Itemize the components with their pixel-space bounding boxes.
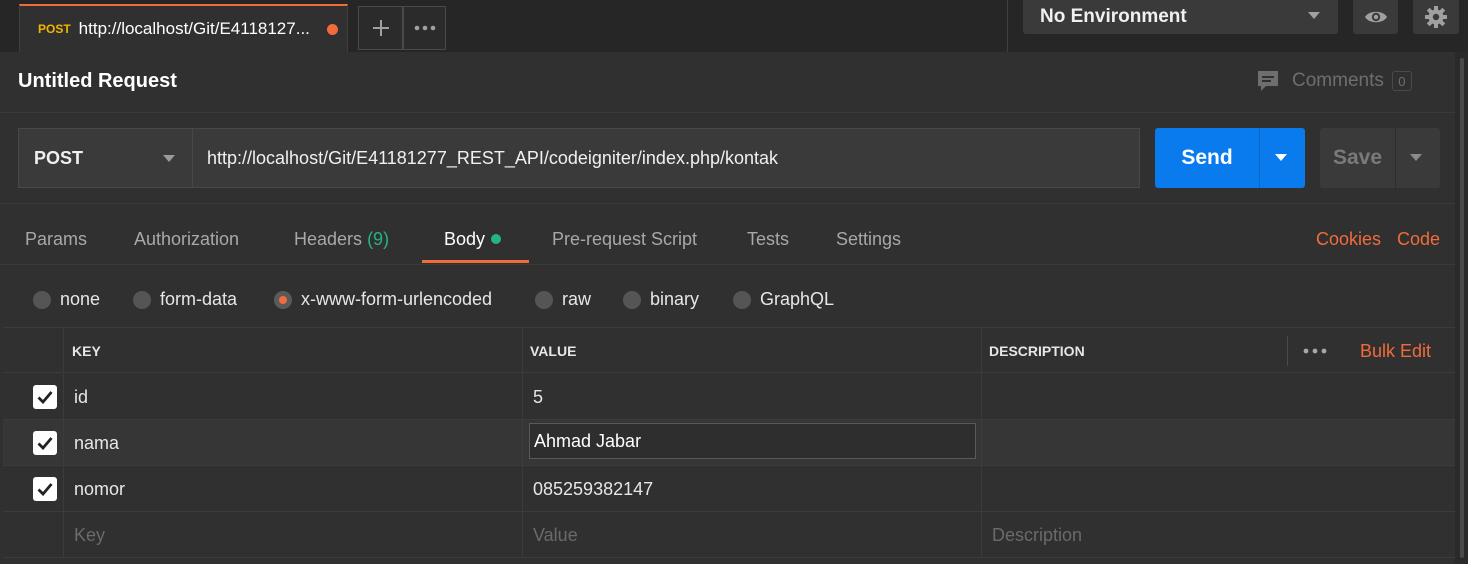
cookies-link[interactable]: Cookies	[1316, 229, 1381, 250]
table-header-row: KEY VALUE DESCRIPTION Bulk Edit	[3, 327, 1455, 373]
ellipsis-icon	[414, 25, 435, 31]
radio-icon	[535, 290, 553, 309]
body-type-form-data[interactable]: form-data	[133, 289, 237, 310]
eye-icon	[1364, 11, 1387, 23]
checkmark-icon	[37, 391, 53, 404]
body-active-dot-icon	[491, 234, 502, 244]
headers-count: (9)	[367, 229, 390, 249]
gear-icon	[1425, 6, 1447, 28]
new-description-input[interactable]: Description	[992, 512, 1082, 558]
method-select[interactable]: POST	[18, 128, 192, 188]
radio-label: x-www-form-urlencoded	[301, 289, 493, 309]
unsaved-dot-icon	[326, 23, 338, 35]
environment-quick-look-button[interactable]	[1353, 0, 1398, 34]
tab-title: http://localhost/Git/E4118127...	[78, 19, 310, 38]
comments-label: Comments	[1292, 70, 1384, 91]
body-type-graphql[interactable]: GraphQL	[733, 289, 834, 310]
environment-select[interactable]: No Environment	[1023, 0, 1338, 34]
tab-headers-label: Headers	[294, 229, 363, 249]
new-key-input[interactable]: Key	[74, 512, 105, 558]
tab-settings[interactable]: Settings	[836, 229, 901, 250]
tab-headers[interactable]: Headers (9)	[294, 229, 389, 250]
chevron-down-icon	[163, 155, 175, 162]
divider	[0, 112, 1455, 113]
row-checkbox[interactable]	[33, 431, 57, 455]
comments-count-badge: 0	[1391, 71, 1412, 91]
radio-icon	[133, 290, 151, 309]
row-checkbox[interactable]	[33, 385, 57, 409]
ellipsis-icon	[1303, 348, 1327, 354]
value-field[interactable]: Ahmad Jabar	[529, 423, 976, 459]
new-value-input[interactable]: Value	[533, 512, 578, 558]
tab-bar: POST http://localhost/Git/E4118127... No…	[0, 0, 1468, 52]
comments-button[interactable]: Comments 0	[1256, 69, 1412, 93]
save-button[interactable]: Save	[1320, 128, 1395, 188]
body-type-urlencoded[interactable]: x-www-form-urlencoded	[274, 289, 492, 310]
settings-button[interactable]	[1413, 0, 1459, 34]
table-row: id 5	[3, 374, 1455, 420]
radio-label: form-data	[160, 289, 238, 309]
column-header-key: KEY	[72, 343, 101, 359]
radio-icon	[33, 290, 51, 309]
table-row-new: Key Value Description	[3, 512, 1455, 558]
value-field[interactable]: 085259382147	[533, 466, 653, 512]
radio-icon	[623, 290, 641, 309]
tab-prerequest-script[interactable]: Pre-request Script	[552, 229, 697, 250]
chevron-down-icon	[1308, 12, 1320, 19]
bulk-edit-link[interactable]: Bulk Edit	[1360, 328, 1431, 374]
column-header-description: DESCRIPTION	[989, 343, 1085, 359]
chevron-down-icon	[1410, 154, 1422, 161]
radio-icon	[733, 290, 751, 309]
description-field[interactable]	[991, 466, 1451, 512]
table-options-button[interactable]	[1303, 328, 1327, 374]
column-header-value: VALUE	[530, 343, 577, 359]
body-type-raw[interactable]: raw	[535, 289, 591, 310]
tab-method: POST	[38, 22, 71, 36]
save-options-button[interactable]	[1395, 128, 1440, 188]
description-field[interactable]	[991, 374, 1451, 420]
tab-body-label: Body	[444, 229, 486, 249]
value-field[interactable]: 5	[533, 374, 543, 420]
tab-authorization[interactable]: Authorization	[134, 229, 239, 250]
body-type-binary[interactable]: binary	[623, 289, 699, 310]
plus-icon	[372, 20, 389, 36]
body-type-none[interactable]: none	[33, 289, 100, 310]
divider	[0, 264, 1455, 265]
radio-selected-icon	[274, 290, 292, 309]
checkmark-icon	[37, 483, 53, 496]
checkmark-icon	[37, 437, 53, 450]
tab-body[interactable]: Body	[444, 229, 502, 250]
new-tab-button[interactable]	[358, 6, 403, 50]
environment-label: No Environment	[1040, 6, 1187, 27]
key-field[interactable]: nama	[74, 420, 119, 466]
comment-icon	[1258, 71, 1278, 91]
row-checkbox[interactable]	[33, 477, 57, 501]
divider	[1007, 0, 1008, 52]
table-row: nomor 085259382147	[3, 466, 1455, 512]
code-link[interactable]: Code	[1397, 229, 1440, 250]
radio-label: GraphQL	[760, 289, 835, 309]
send-button[interactable]: Send	[1155, 128, 1259, 188]
radio-label: raw	[562, 289, 592, 309]
chevron-down-icon	[1275, 154, 1287, 161]
radio-label: none	[60, 289, 101, 309]
url-input[interactable]: http://localhost/Git/E41181277_REST_API/…	[192, 128, 1140, 188]
divider	[0, 203, 1455, 204]
method-label: POST	[34, 147, 84, 168]
request-name[interactable]: Untitled Request	[18, 70, 177, 93]
send-options-button[interactable]	[1259, 128, 1305, 188]
request-tab[interactable]: POST http://localhost/Git/E4118127...	[19, 4, 348, 52]
description-field[interactable]	[991, 420, 1451, 466]
radio-label: binary	[650, 289, 700, 309]
tab-options-button[interactable]	[403, 6, 446, 50]
tab-params[interactable]: Params	[25, 229, 87, 250]
active-tab-indicator	[422, 260, 529, 263]
tab-tests[interactable]: Tests	[747, 229, 789, 250]
table-row: nama Ahmad Jabar	[3, 420, 1455, 466]
key-field[interactable]: nomor	[74, 466, 125, 512]
key-field[interactable]: id	[74, 374, 88, 420]
scrollbar-thumb[interactable]	[1460, 58, 1464, 558]
